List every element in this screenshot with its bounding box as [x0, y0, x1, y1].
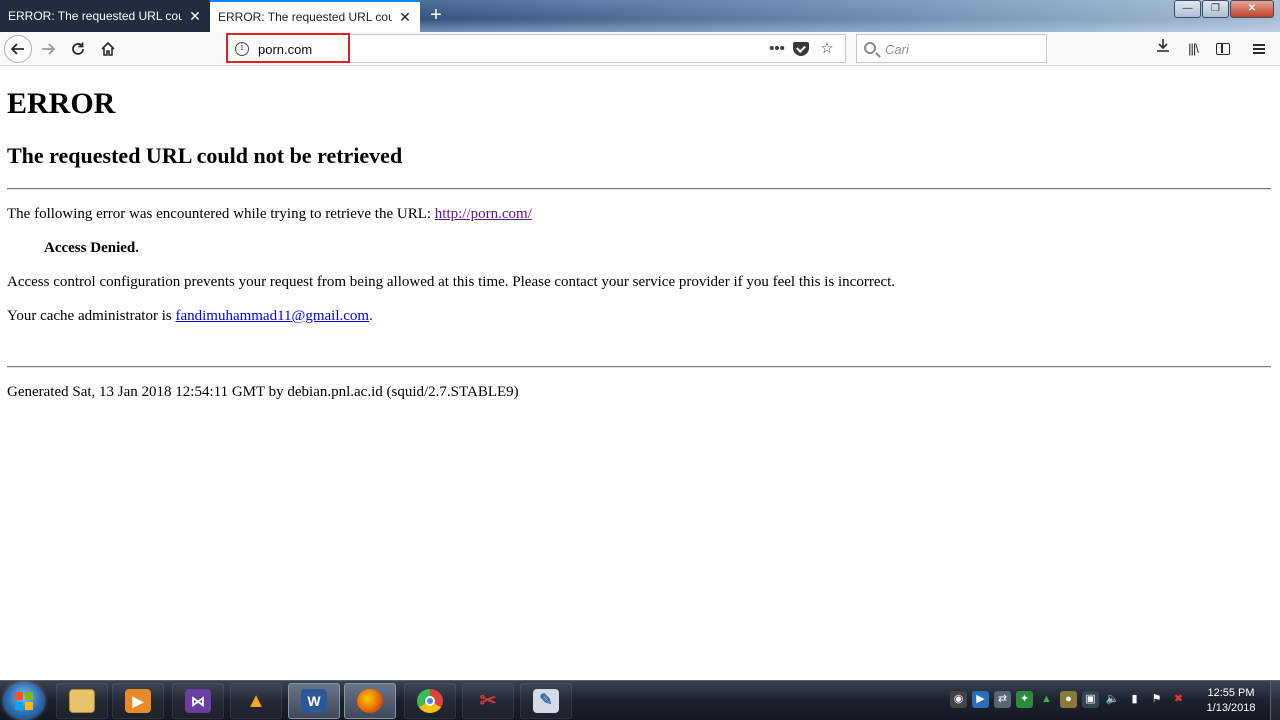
windows-logo-icon [15, 692, 33, 710]
reload-button[interactable] [66, 37, 90, 61]
search-bar[interactable] [856, 34, 1047, 63]
taskbar-word[interactable]: W [288, 683, 340, 719]
taskbar-chrome[interactable] [404, 683, 456, 719]
tab-title: ERROR: The requested URL could n [8, 9, 182, 23]
tab-error-1[interactable]: ERROR: The requested URL could n ✕ [0, 0, 210, 32]
navigation-toolbar: i porn.com ••• ☆ |||\ [0, 32, 1280, 66]
access-control-explanation: Access control configuration prevents yo… [7, 274, 896, 290]
network-disconnected-icon[interactable]: ✖ [1170, 691, 1187, 708]
tray-app-icon[interactable]: ● [1060, 691, 1077, 708]
window-controls: — ❐ ✕ [1173, 0, 1274, 18]
tray-sync-icon[interactable]: ✦ [1016, 691, 1033, 708]
library-icon: |||\ [1188, 41, 1199, 56]
generated-footer: Generated Sat, 13 Jan 2018 12:54:11 GMT … [7, 384, 519, 400]
download-icon [1157, 39, 1169, 52]
taskbar-visual-studio[interactable]: ⋈ [172, 683, 224, 719]
tray-device-icon[interactable]: ▣ [1082, 691, 1099, 708]
arrow-right-icon [42, 43, 56, 55]
cache-admin-label: Your cache administrator is [7, 308, 176, 324]
tray-drive-icon[interactable]: ▲ [1038, 691, 1055, 708]
search-input[interactable] [885, 39, 1040, 59]
firefox-icon [357, 689, 383, 713]
battery-icon[interactable]: ▮ [1126, 691, 1143, 708]
library-button[interactable]: |||\ [1181, 37, 1205, 61]
action-center-icon[interactable]: ⚑ [1148, 691, 1165, 708]
close-tab-icon[interactable]: ✕ [188, 9, 202, 23]
url-highlight-box [226, 33, 350, 63]
page-actions: ••• ☆ [763, 38, 839, 60]
cache-admin-line: Your cache administrator is fandimuhamma… [7, 308, 373, 325]
forward-button[interactable] [36, 37, 60, 61]
requested-url-link[interactable]: http://porn.com/ [435, 206, 532, 222]
open-menu-button[interactable] [1247, 37, 1271, 61]
taskbar-file-explorer[interactable] [56, 683, 108, 719]
show-desktop-button[interactable] [1270, 681, 1280, 720]
home-icon [101, 41, 115, 56]
minimize-button[interactable]: — [1174, 0, 1201, 18]
access-denied-message: Access Denied. [44, 240, 139, 256]
scissors-icon: ✂ [479, 690, 497, 712]
visual-studio-icon: ⋈ [185, 689, 211, 713]
chrome-center-dot [425, 696, 435, 706]
bookmark-star-icon[interactable]: ☆ [815, 38, 839, 60]
warning-triangle-icon: ▲ [246, 690, 266, 712]
paint-icon: ✎ [533, 689, 559, 713]
tray-discord-icon[interactable]: ◉ [950, 691, 967, 708]
error-subheading: The requested URL could not be retrieved [7, 143, 403, 168]
window-frame-background [380, 0, 1280, 32]
tab-strip: ERROR: The requested URL could n ✕ ERROR… [0, 0, 1280, 32]
error-description: The following error was encountered whil… [7, 206, 532, 223]
folder-icon [69, 689, 95, 713]
search-icon [864, 42, 876, 54]
close-window-button[interactable]: ✕ [1230, 0, 1274, 18]
tab-title: ERROR: The requested URL could n [218, 10, 392, 24]
page-content: ERROR The requested URL could not be ret… [0, 67, 1280, 680]
tray-media-icon[interactable]: ▶ [972, 691, 989, 708]
clock-date: 1/13/2018 [1206, 702, 1256, 714]
error-heading: ERROR [7, 87, 116, 120]
volume-icon[interactable]: 🔈 [1104, 691, 1121, 708]
system-tray: ◉ ▶ ⇄ ✦ ▲ ● ▣ 🔈 ▮ ⚑ ✖ [950, 691, 1187, 708]
back-button[interactable] [4, 35, 32, 63]
error-description-text: The following error was encountered whil… [7, 206, 435, 222]
divider [7, 366, 1271, 368]
tab-error-2[interactable]: ERROR: The requested URL could n ✕ [210, 0, 420, 32]
restore-button[interactable]: ❐ [1202, 0, 1229, 18]
chrome-icon [417, 689, 443, 713]
new-tab-button[interactable]: + [424, 4, 448, 28]
taskbar-paint[interactable]: ✎ [520, 683, 572, 719]
hamburger-menu-icon [1253, 44, 1265, 55]
reload-icon [72, 42, 84, 55]
divider [7, 188, 1271, 190]
admin-email-link[interactable]: fandimuhammad11@gmail.com [175, 308, 369, 324]
tray-network-tools-icon[interactable]: ⇄ [994, 691, 1011, 708]
system-clock[interactable]: 12:55 PM 1/13/2018 [1196, 686, 1266, 716]
media-player-icon: ▶ [125, 689, 151, 713]
pocket-icon[interactable] [793, 42, 809, 56]
word-icon: W [301, 689, 327, 713]
home-button[interactable] [96, 37, 120, 61]
cache-admin-suffix: . [369, 308, 373, 324]
sidebar-button[interactable] [1211, 37, 1235, 61]
downloads-button[interactable] [1151, 37, 1175, 61]
sidebar-icon [1216, 43, 1230, 56]
taskbar-firefox[interactable] [344, 683, 396, 719]
arrow-left-icon [10, 43, 24, 55]
taskbar-media-player[interactable]: ▶ [112, 683, 164, 719]
taskbar-alert-app[interactable]: ▲ [230, 683, 282, 719]
close-tab-icon[interactable]: ✕ [398, 10, 412, 24]
start-button[interactable] [4, 683, 44, 719]
taskbar: ▶ ⋈ ▲ W ✂ ✎ ◉ ▶ ⇄ ✦ ▲ ● ▣ 🔈 ▮ ⚑ ✖ 12:55 … [0, 680, 1280, 720]
taskbar-snipping-tool[interactable]: ✂ [462, 683, 514, 719]
clock-time: 12:55 PM [1207, 687, 1255, 699]
page-actions-menu-icon[interactable]: ••• [765, 38, 789, 60]
